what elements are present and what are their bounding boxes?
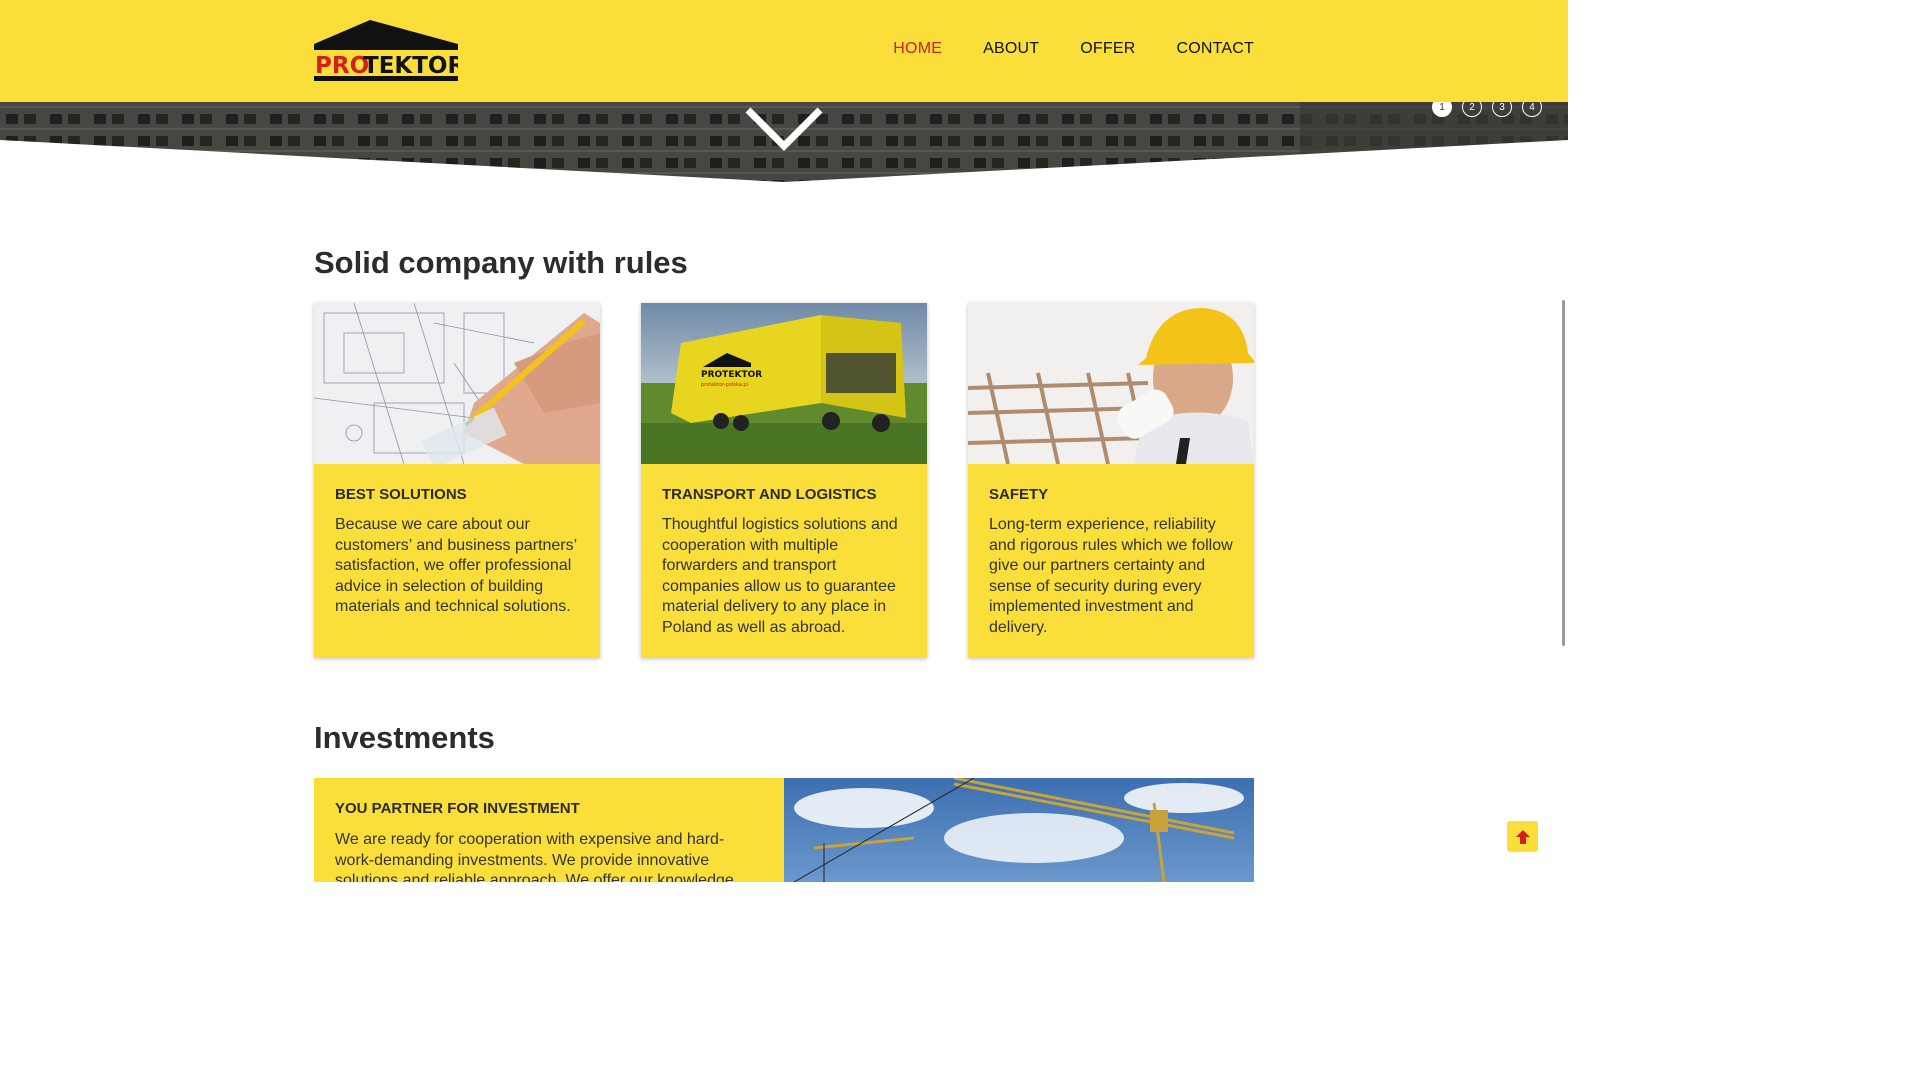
site-header: PRO TEKTOR HOME ABOUT OFFER CONTACT xyxy=(0,0,1568,102)
card-safety: SAFETY Long-term experience, reliability… xyxy=(968,303,1254,658)
card-title: SAFETY xyxy=(989,486,1049,503)
investment-block: YOU PARTNER FOR INVESTMENT We are ready … xyxy=(314,778,1254,882)
protektor-logo[interactable]: PRO TEKTOR xyxy=(314,20,465,82)
card-text: Because we care about our customers’ and… xyxy=(335,516,577,615)
card-transport-logistics: PROTEKTOR protektor-polska.pl TRANSPORT … xyxy=(641,303,927,658)
truck-site-label: protektor-polska.pl xyxy=(701,382,748,388)
page-scrollbar[interactable] xyxy=(1562,300,1565,646)
nav-home[interactable]: HOME xyxy=(893,40,942,58)
card-text: Thoughtful logistics solutions and coope… xyxy=(662,516,898,636)
nav-offer[interactable]: OFFER xyxy=(1080,40,1135,58)
arrow-up-icon xyxy=(1515,829,1530,844)
investment-title: YOU PARTNER FOR INVESTMENT xyxy=(335,800,580,817)
nav-contact[interactable]: CONTACT xyxy=(1176,40,1254,58)
truck-image: PROTEKTOR protektor-polska.pl xyxy=(641,303,927,464)
nav-about[interactable]: ABOUT xyxy=(983,40,1039,58)
main-nav: HOME ABOUT OFFER CONTACT xyxy=(893,40,1254,58)
logo-text-pro: PRO xyxy=(315,53,369,79)
engineer-image xyxy=(968,303,1254,464)
card-best-solutions: BEST SOLUTIONS Because we care about our… xyxy=(314,303,600,658)
blueprint-image xyxy=(314,303,600,464)
section-title-investments: Investments xyxy=(314,720,495,755)
investment-text-panel: YOU PARTNER FOR INVESTMENT We are ready … xyxy=(314,778,784,882)
card-title: TRANSPORT AND LOGISTICS xyxy=(662,486,877,503)
investment-text: We are ready for cooperation with expens… xyxy=(335,831,734,882)
section-title-solid-company: Solid company with rules xyxy=(314,245,688,280)
cranes-image xyxy=(784,778,1254,882)
truck-brand-label: PROTEKTOR xyxy=(701,370,762,380)
card-text: Long-term experience, reliability and ri… xyxy=(989,516,1233,636)
scroll-to-top-button[interactable] xyxy=(1507,821,1538,852)
logo-text-tektor: TEKTOR xyxy=(363,53,458,79)
chevron-down-icon[interactable] xyxy=(744,104,824,154)
card-title: BEST SOLUTIONS xyxy=(335,486,467,503)
logo-roof-icon: PRO TEKTOR xyxy=(314,20,465,81)
